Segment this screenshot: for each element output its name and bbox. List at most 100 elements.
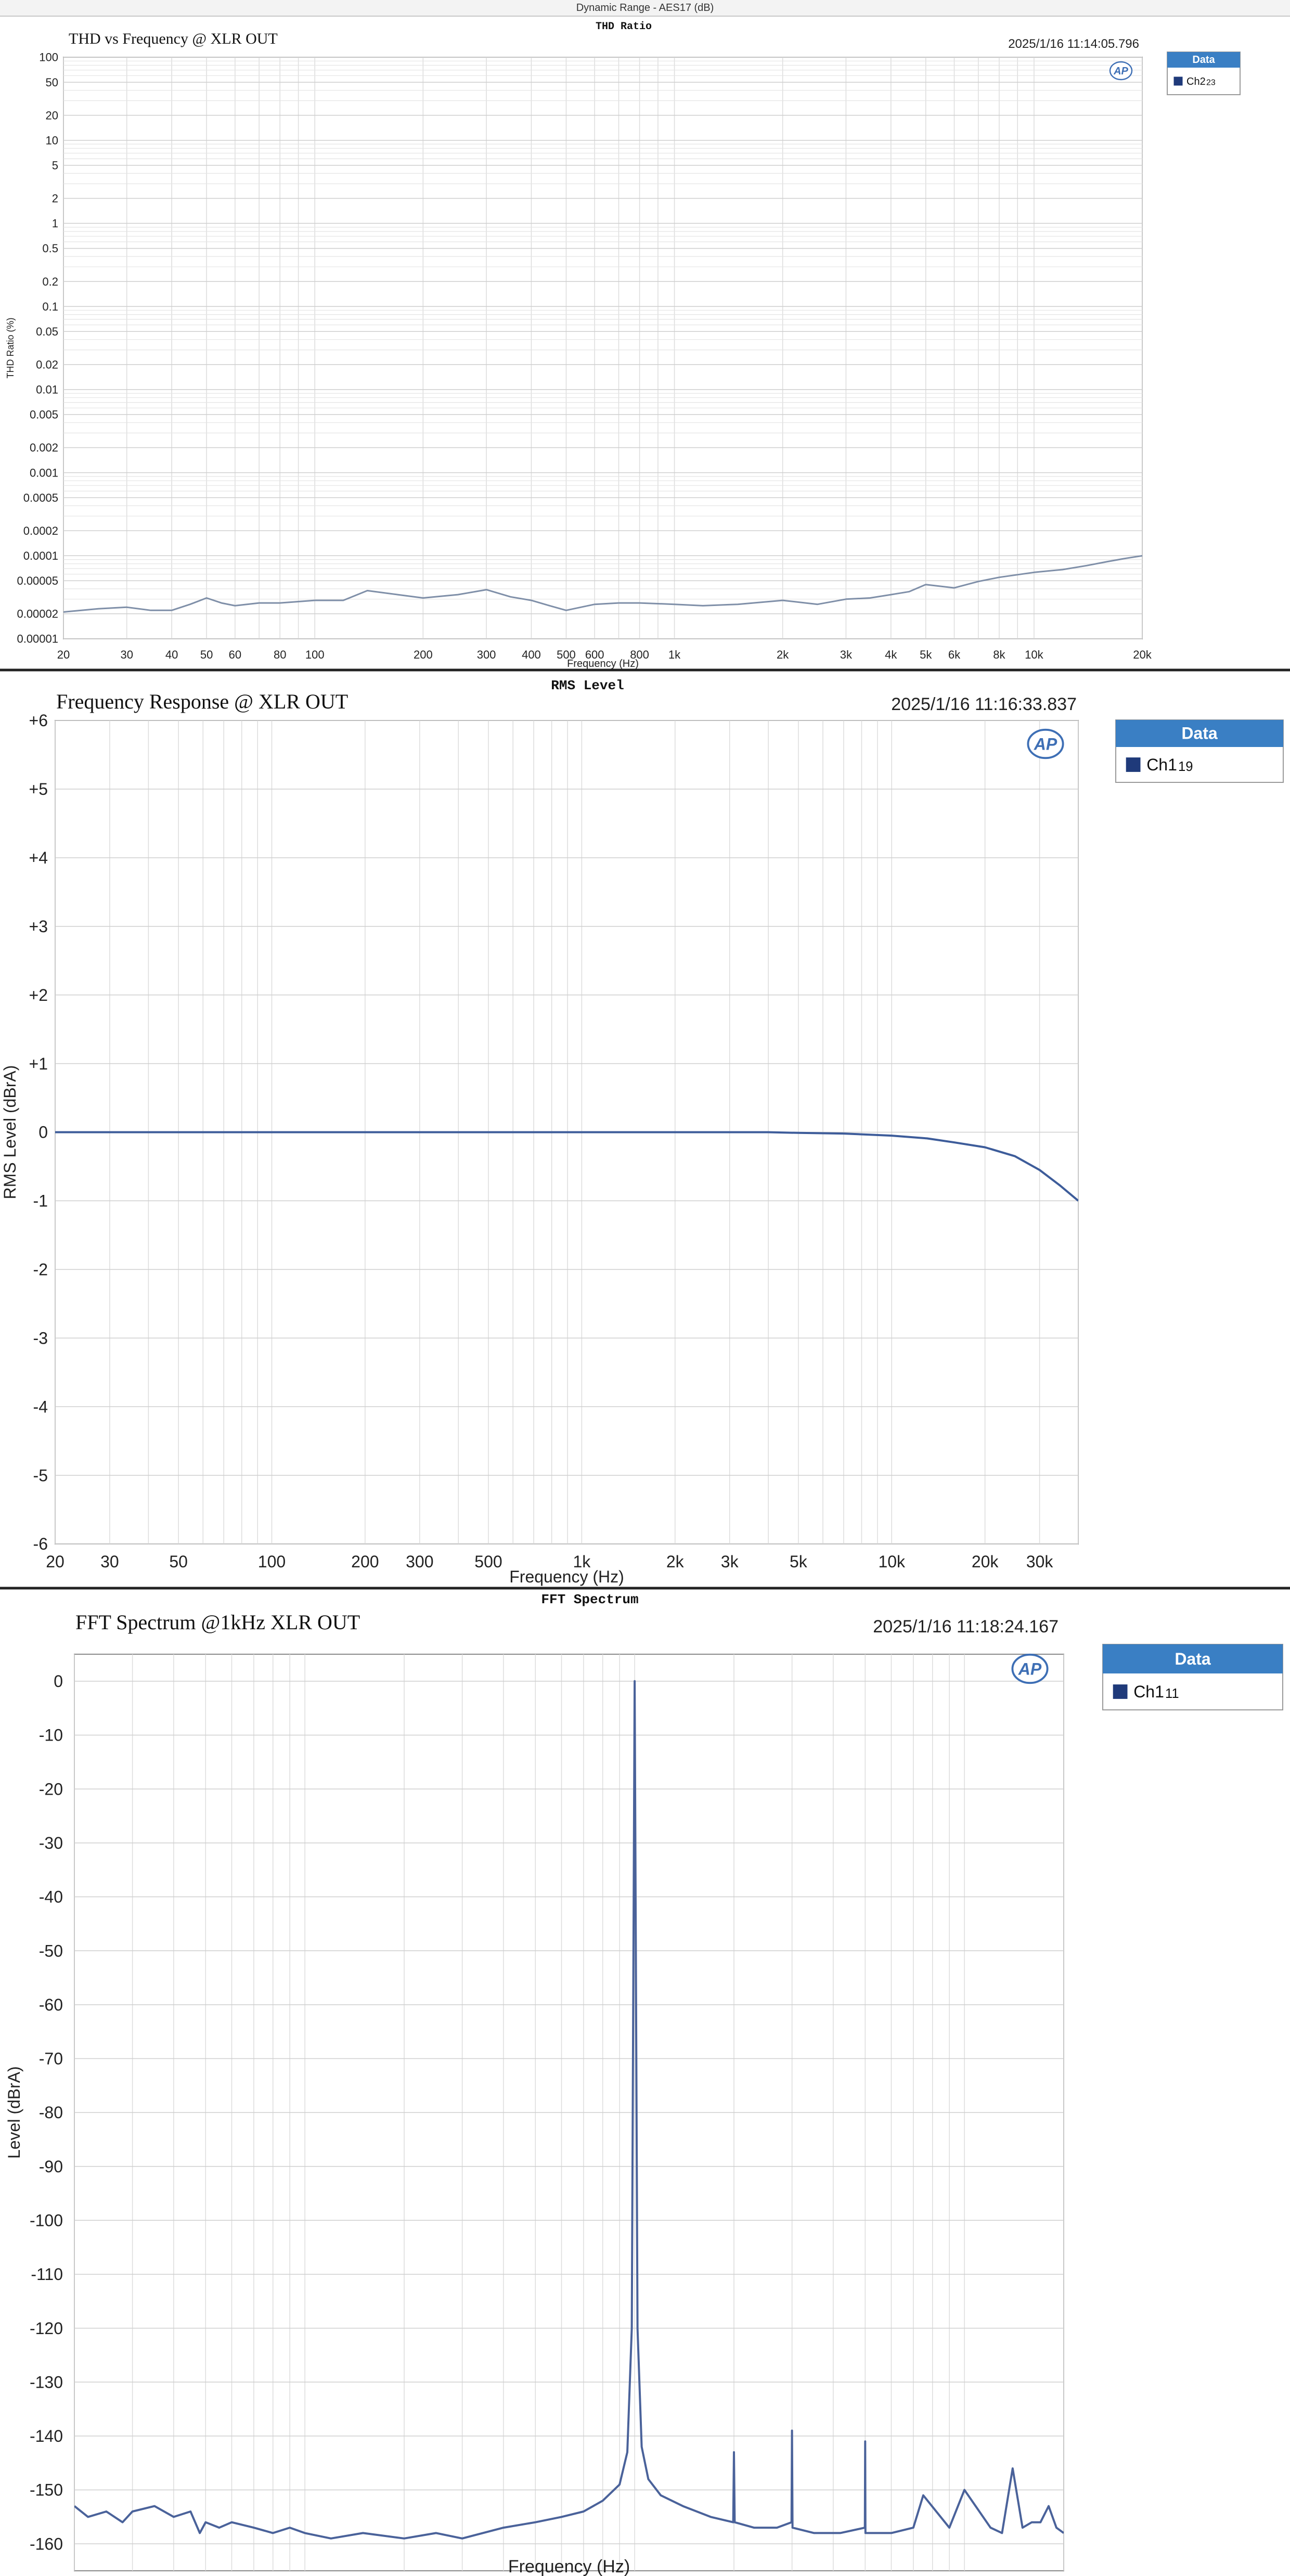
legend-series-count: 23 (1206, 79, 1216, 87)
y-tick-label: 0.0005 (23, 491, 58, 504)
x-tick-label: 20k (1133, 648, 1152, 661)
chart-title: FFT Spectrum @1kHz XLR OUT (75, 1611, 360, 1634)
y-tick-label: -90 (39, 2157, 63, 2176)
y-tick-label: +6 (29, 711, 48, 730)
y-tick-label: +4 (29, 848, 48, 867)
x-tick-label: 50 (169, 1552, 188, 1571)
legend-swatch (1112, 1684, 1128, 1699)
y-tick-label: 100 (39, 51, 58, 64)
x-tick-label: 30 (120, 648, 133, 661)
x-tick-label: 80 (274, 648, 286, 661)
x-tick-label: 200 (351, 1552, 379, 1571)
chart-title: THD vs Frequency @ XLR OUT (69, 30, 278, 47)
ap-logo-text: AP (1034, 735, 1057, 754)
y-tick-label: -5 (33, 1466, 48, 1485)
x-tick-label: 3k (721, 1552, 739, 1571)
legend-series-name: Ch2 (1186, 76, 1206, 87)
x-tick-label: 100 (258, 1552, 286, 1571)
y-tick-label: -50 (39, 1941, 63, 1960)
y-tick-label: -4 (33, 1397, 48, 1416)
chart-panel-1: 20 30 40 50 60 80 100 200 300 400 500 600 800 1k 2k 3k 4… (5, 21, 1241, 669)
chart-subtitle: FFT Spectrum (541, 1592, 638, 1607)
x-tick-label: 3k (840, 648, 853, 661)
y-tick-label: 0 (54, 1672, 63, 1691)
legend-title: Data (1175, 1650, 1211, 1668)
y-tick-label: -120 (30, 2319, 63, 2338)
y-tick-label: 0.0002 (23, 524, 58, 537)
ap-logo: AP (1027, 728, 1064, 759)
legend-series-count: 19 (1178, 759, 1193, 774)
x-tick-label: 500 (474, 1552, 502, 1571)
x-tick-label: 30k (1026, 1552, 1054, 1571)
ap-logo-text: AP (1113, 66, 1128, 77)
y-tick-label: 0 (38, 1123, 48, 1142)
y-axis-label: THD Ratio (%) (5, 317, 16, 378)
legend: DataCh1 19 (1115, 719, 1284, 783)
y-tick-label: 2 (52, 192, 58, 205)
y-tick-label: 10 (46, 134, 58, 147)
chart-subtitle: RMS Level (551, 678, 624, 693)
y-tick-label: -10 (39, 1726, 63, 1745)
y-tick-label: 0.0001 (23, 549, 58, 562)
y-tick-label: -1 (33, 1192, 48, 1210)
y-tick-label: 0.2 (42, 275, 58, 288)
x-tick-label: 8k (993, 648, 1005, 661)
plot-area (63, 57, 1143, 639)
chart-panel-2: 20 30 50 100 200 300 500 1k 2k 3k 5k 10k 20k 30k+6+5+… (0, 668, 1290, 1586)
y-tick-label: 0.00001 (17, 633, 58, 646)
legend: Data Ch2 23 (1167, 51, 1241, 95)
y-tick-label: 0.1 (42, 300, 58, 313)
y-tick-label: 0.01 (36, 383, 58, 396)
y-tick-label: -110 (31, 2265, 63, 2284)
x-tick-label: 2k (777, 648, 789, 661)
y-tick-label: 0.5 (42, 242, 58, 255)
x-tick-label: 5k (790, 1552, 808, 1571)
y-tick-label: -70 (39, 2050, 63, 2068)
x-tick-label: 50 (200, 648, 213, 661)
y-tick-label: +5 (29, 780, 48, 798)
y-tick-label: -3 (33, 1329, 48, 1347)
y-tick-label: -150 (30, 2481, 63, 2500)
x-tick-label: 100 (305, 648, 325, 661)
y-tick-label: 0.05 (36, 325, 58, 338)
y-tick-label: -160 (30, 2534, 63, 2553)
x-tick-label: 5k (920, 648, 932, 661)
x-tick-label: 2k (666, 1552, 685, 1571)
chart-timestamp: 2025/1/16 11:16:33.837 (891, 694, 1077, 714)
ap-logo-text: AP (1018, 1660, 1042, 1679)
chart-subtitle: THD Ratio (596, 21, 652, 33)
y-tick-label: 0.005 (30, 408, 58, 421)
x-tick-label: 30 (100, 1552, 119, 1571)
x-axis-label: Frequency (Hz) (567, 658, 639, 669)
x-tick-label: 1k (668, 648, 681, 661)
y-tick-label: -130 (30, 2373, 63, 2391)
y-tick-label: -100 (30, 2211, 63, 2230)
x-tick-label: 400 (522, 648, 541, 661)
y-axis-label: Level (dBrA) (5, 2066, 23, 2159)
chart-timestamp: 2025/1/16 11:18:24.167 (873, 1617, 1059, 1637)
y-tick-label: 20 (46, 109, 58, 122)
y-tick-label: 0.02 (36, 358, 58, 371)
x-tick-label: 300 (477, 648, 496, 661)
y-tick-label: 0.001 (30, 466, 58, 479)
chart-stage: 20 30 40 50 60 80 100 200 300 400 500 600 800 1k 2k 3k 4… (0, 21, 1290, 2576)
x-tick-label: 20k (972, 1552, 999, 1571)
y-tick-label: +3 (29, 917, 48, 936)
legend: Data Ch1 11 (1102, 1644, 1283, 1710)
y-tick-label: -30 (39, 1834, 63, 1852)
y-axis-label: RMS Level (dBrA) (1, 1065, 19, 1200)
legend-series-name: Ch1 (1146, 755, 1177, 774)
ap-logo: AP (1011, 1653, 1049, 1684)
x-tick-label: 40 (165, 648, 178, 661)
ap-logo: AP (1109, 61, 1133, 81)
x-tick-label: 300 (406, 1552, 433, 1571)
x-tick-label: 4k (885, 648, 897, 661)
x-tick-label: 200 (414, 648, 433, 661)
y-tick-label: -140 (30, 2427, 63, 2445)
y-tick-label: 0.00002 (17, 608, 58, 621)
y-tick-label: +2 (29, 986, 48, 1004)
chart-timestamp: 2025/1/16 11:14:05.796 (1008, 37, 1139, 51)
y-tick-label: 5 (52, 159, 58, 172)
x-tick-label: 60 (229, 648, 241, 661)
legend-series-name: Ch1 (1133, 1682, 1164, 1701)
